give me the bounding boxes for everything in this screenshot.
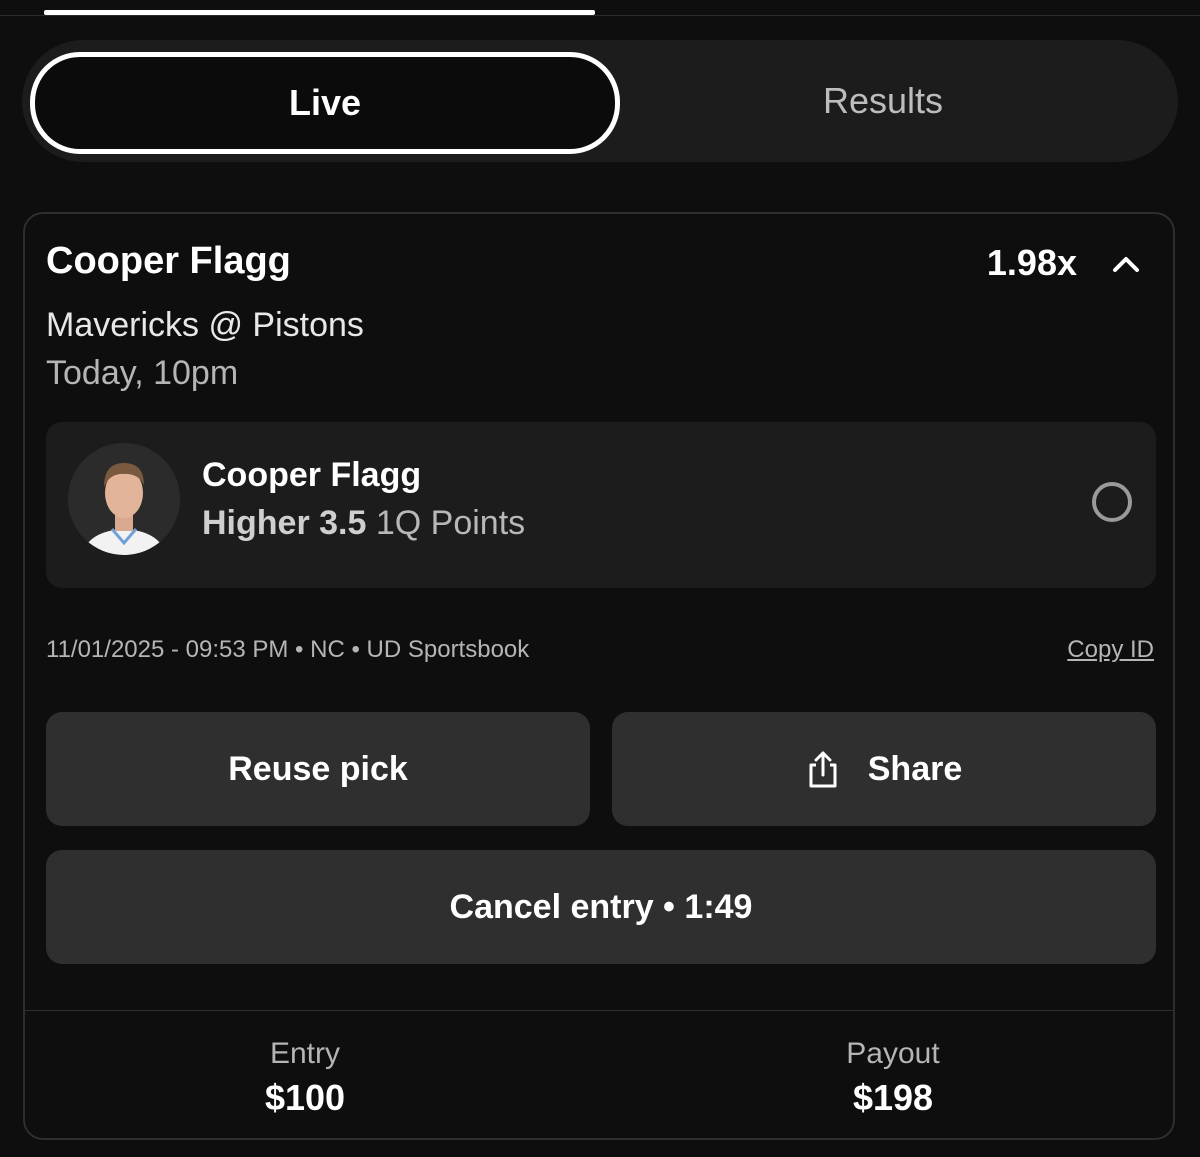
live-results-toggle: Live Results [22, 40, 1178, 162]
tab-live[interactable]: Live [30, 52, 620, 154]
pick-line: Higher 3.5 1Q Points [202, 504, 525, 543]
entry-summary: Entry $100 [25, 1034, 585, 1122]
entry-screen: Live Results Cooper Flagg 1.98x Maverick… [0, 0, 1200, 1157]
share-button[interactable]: Share [612, 712, 1156, 826]
payout-amount: $198 [852, 1077, 934, 1118]
reuse-pick-label: Reuse pick [228, 749, 408, 788]
entry-meta: 11/01/2025 - 09:53 PM • NC • UD Sportsbo… [46, 636, 530, 663]
payout-summary: Payout $198 [613, 1034, 1173, 1122]
tab-results[interactable]: Results [622, 50, 1144, 152]
player-headshot-icon [68, 443, 180, 555]
entry-title: Cooper Flagg [46, 240, 291, 282]
pick-stat: 1Q Points [375, 504, 526, 542]
player-avatar [68, 443, 180, 555]
cancel-entry-label: Cancel entry • 1:49 [449, 887, 753, 926]
chevron-up-icon[interactable] [1111, 250, 1141, 278]
share-label: Share [867, 749, 963, 788]
entry-amount: $100 [264, 1077, 346, 1118]
entry-label: Entry [269, 1037, 341, 1070]
top-divider [0, 15, 1200, 16]
pick-row[interactable]: Cooper Flagg Higher 3.5 1Q Points [46, 422, 1156, 588]
game-time: Today, 10pm [46, 354, 239, 392]
pick-player-name: Cooper Flagg [202, 456, 422, 494]
entry-card: Cooper Flagg 1.98x Mavericks @ Pistons T… [23, 212, 1175, 1140]
game-matchup: Mavericks @ Pistons [46, 306, 364, 344]
cancel-entry-button[interactable]: Cancel entry • 1:49 [46, 850, 1156, 964]
payout-multiplier: 1.98x [986, 242, 1077, 283]
reuse-pick-button[interactable]: Reuse pick [46, 712, 590, 826]
pick-direction: Higher 3.5 [202, 504, 367, 542]
payout-label: Payout [846, 1037, 940, 1070]
pending-circle-icon [1092, 482, 1132, 522]
share-icon [809, 751, 837, 788]
copy-id-link[interactable]: Copy ID [1067, 636, 1154, 664]
card-divider [25, 1010, 1173, 1011]
